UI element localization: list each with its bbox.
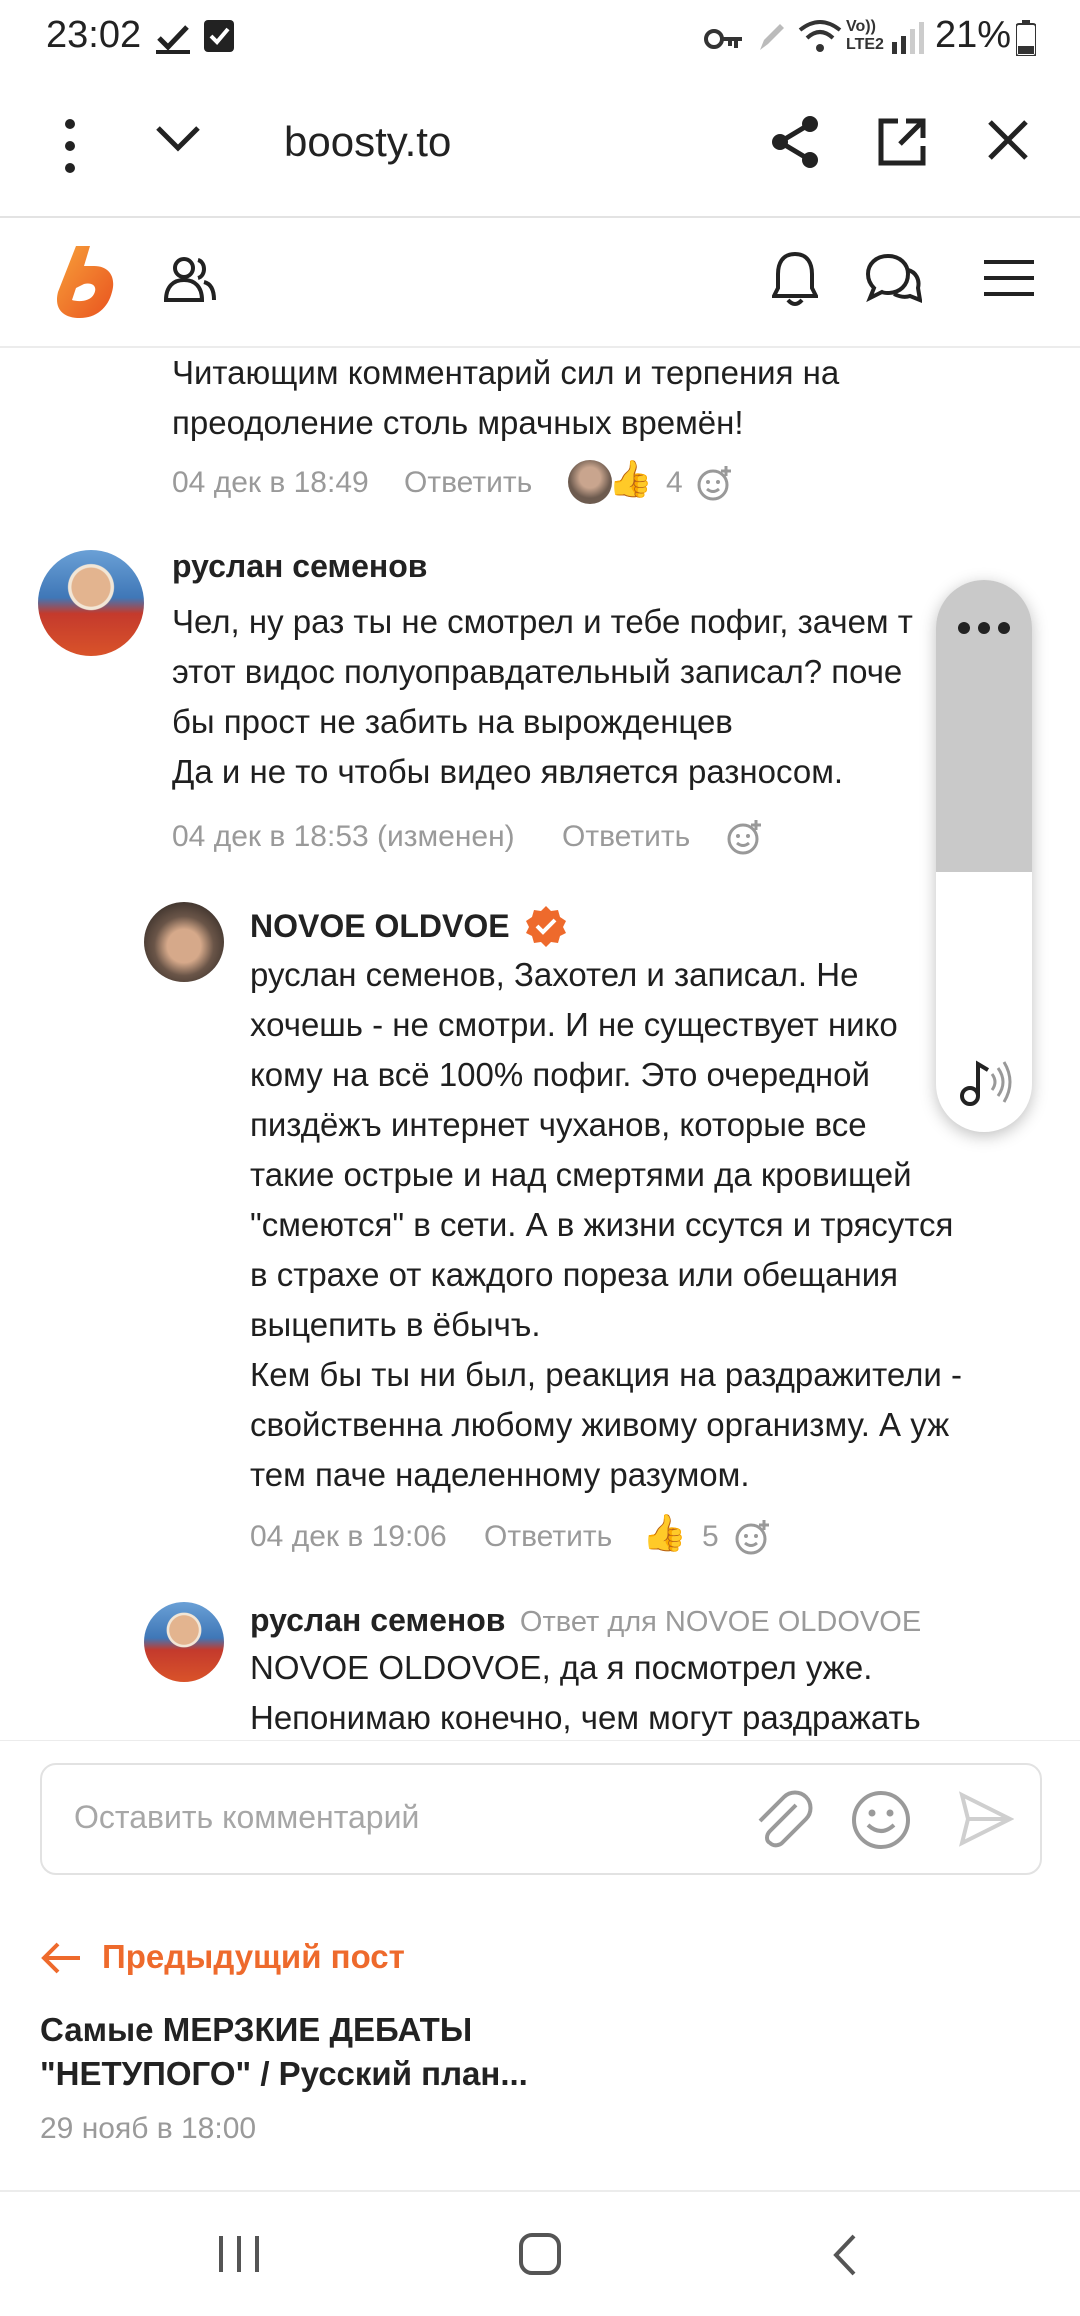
add-reaction-icon[interactable] <box>726 820 762 856</box>
checkbox-icon <box>204 20 234 52</box>
thumbs-up-icon[interactable]: 👍 <box>608 458 653 500</box>
status-time: 23:02 <box>46 14 142 56</box>
floating-player[interactable] <box>936 580 1032 1132</box>
reply-button[interactable]: Ответить <box>404 466 532 500</box>
comment-input-placeholder: Оставить комментарий <box>74 1799 420 1835</box>
previous-post-date: 29 нояб в 18:00 <box>40 2112 257 2145</box>
add-reaction-icon[interactable] <box>696 466 732 502</box>
home-icon[interactable] <box>518 2232 562 2276</box>
menu-icon[interactable] <box>982 258 1036 298</box>
avatar[interactable] <box>144 1602 224 1682</box>
comment-date: 04 дек в 18:49 <box>172 466 369 499</box>
battery-percentage: 21% <box>935 14 1012 56</box>
add-reaction-icon[interactable] <box>734 1520 770 1556</box>
comment-text: Чел, ну раз ты не смотрел и тебе пофиг, … <box>172 603 913 790</box>
comment-clip: руслан семенов Ответ для NOVOE OLDOVOE N… <box>0 1590 1080 1740</box>
reaction-count: 5 <box>702 1520 719 1553</box>
bell-icon[interactable] <box>772 250 818 308</box>
volte-icon: Vo)) LTE2 <box>846 18 884 53</box>
signal-icon <box>892 22 924 54</box>
battery-icon <box>1016 20 1036 56</box>
key-icon <box>704 29 742 49</box>
comment-date: 04 дек в 19:06 <box>250 1520 447 1553</box>
browser-toolbar: boosty.to <box>0 78 1080 218</box>
reply-to-label[interactable]: Ответ для NOVOE OLDOVOE <box>520 1606 921 1638</box>
comment-date: 04 дек в 18:53 (изменен) <box>172 820 515 853</box>
avatar[interactable] <box>38 550 144 656</box>
more-vert-icon[interactable] <box>60 116 80 176</box>
chevron-down-icon[interactable] <box>154 122 202 154</box>
comment-meta: 04 дек в 18:49 Ответить 👍 4 <box>172 458 1032 506</box>
previous-post-title[interactable]: Самые МЕРЗКИЕ ДЕБАТЫ "НЕТУПОГО" / Русски… <box>40 2008 1020 2096</box>
comment: NOVOE OLDVOE руслан семенов, Захотел и з… <box>250 904 1030 1555</box>
comment: руслан семенов Чел, ну раз ты не смотрел… <box>172 548 952 855</box>
url-text[interactable]: boosty.to <box>284 118 451 166</box>
check-icon <box>156 25 190 54</box>
chat-icon[interactable] <box>866 252 922 306</box>
reactor-avatar <box>568 460 612 504</box>
comment-text: руслан семенов, Захотел и записал. Не хо… <box>250 956 962 1493</box>
comment-meta: 04 дек в 18:53 (изменен) Ответить <box>172 820 952 860</box>
music-note-icon[interactable] <box>958 1058 1012 1108</box>
system-nav-bar <box>0 2192 1080 2316</box>
share-icon[interactable] <box>770 114 822 170</box>
comment-input-bar: Оставить комментарий <box>0 1740 1080 1891</box>
comment-author[interactable]: NOVOE OLDVOE <box>250 908 510 945</box>
comment: руслан семенов Ответ для NOVOE OLDOVOE N… <box>250 1602 1050 1740</box>
arrow-left-icon[interactable] <box>40 1940 82 1976</box>
reaction-count: 4 <box>666 466 683 499</box>
comment-author[interactable]: руслан семенов <box>172 548 952 585</box>
comment-text: Читающим комментарий сил и терпения на п… <box>172 354 840 441</box>
people-icon[interactable] <box>164 256 216 304</box>
comment-author[interactable]: руслан семенов <box>250 1602 505 1638</box>
back-icon[interactable] <box>830 2234 860 2276</box>
comment-text: NOVOE OLDOVOE, да я посмотрел уже. Непон… <box>250 1649 921 1736</box>
send-icon[interactable] <box>958 1791 1014 1847</box>
avatar[interactable] <box>144 902 224 982</box>
close-icon[interactable] <box>986 118 1030 162</box>
paperclip-icon[interactable] <box>752 1789 814 1851</box>
pen-icon <box>760 24 784 50</box>
emoji-icon[interactable] <box>850 1789 912 1851</box>
comment: Читающим комментарий сил и терпения на п… <box>172 348 1032 504</box>
previous-post-link[interactable]: Предыдущий пост <box>102 1938 405 1976</box>
reply-button[interactable]: Ответить <box>562 820 690 854</box>
comment-meta: 04 дек в 19:06 Ответить 👍 5 <box>250 1512 1030 1560</box>
thumbs-up-icon[interactable]: 👍 <box>642 1512 687 1554</box>
verified-badge-icon <box>525 906 566 947</box>
site-header <box>0 218 1080 348</box>
status-bar: 23:02 Vo)) LTE2 21% <box>0 0 1080 76</box>
previous-post[interactable]: Предыдущий пост Самые МЕРЗКИЕ ДЕБАТЫ "НЕ… <box>0 1900 1080 2192</box>
recents-icon[interactable] <box>218 2234 260 2274</box>
wifi-icon <box>798 20 842 52</box>
open-external-icon[interactable] <box>876 116 928 168</box>
boosty-logo-icon[interactable] <box>54 246 116 318</box>
reply-button[interactable]: Ответить <box>484 1520 612 1554</box>
more-horiz-icon[interactable] <box>956 620 1012 636</box>
comment-input[interactable]: Оставить комментарий <box>40 1763 1042 1875</box>
